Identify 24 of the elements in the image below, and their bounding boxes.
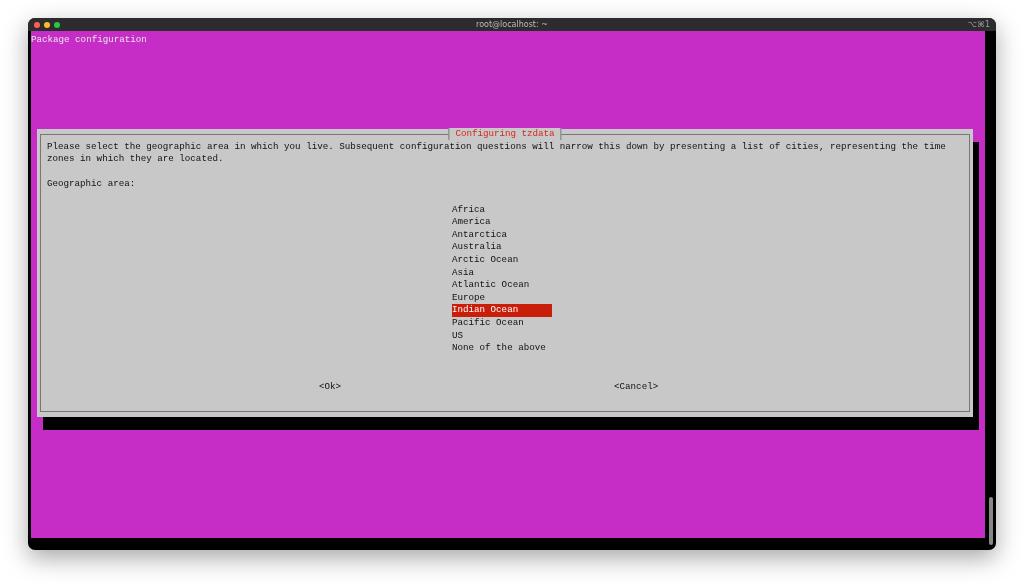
list-option[interactable]: Indian Ocean [452,304,552,317]
list-option[interactable]: Australia [452,241,552,254]
prompt-label: Geographic area: [47,178,136,191]
window-title: root@localhost: ~ [476,19,548,30]
description-text: Please select the geographic area in which you live. Subsequent configuration questions will narrow this down by presenting a list of cities, representing the time zones in which they are located. [47,140,947,166]
list-option[interactable]: Asia [452,266,552,280]
list-option[interactable]: Europe [452,291,552,305]
list-option[interactable]: America [452,216,552,229]
dialog-title: Configuring tzdata [448,127,562,141]
zoom-icon[interactable] [54,21,60,28]
minimize-icon[interactable] [44,21,50,28]
list-option[interactable]: None of the above [452,342,552,355]
scrollbar-thumb[interactable] [988,497,993,545]
close-icon[interactable] [34,21,40,28]
list-option[interactable]: Atlantic Ocean [452,279,552,292]
dialog-button[interactable]: <Ok> [319,380,342,394]
list-option[interactable]: Pacific Ocean [452,316,552,330]
screen-header: Package configuration [31,33,147,47]
dialog-button[interactable]: <Cancel> [614,380,659,394]
list-option[interactable]: US [452,329,552,343]
list-option[interactable]: Arctic Ocean [452,253,552,267]
list-option[interactable]: Antarctica [452,228,552,242]
shortcut-label: ⌥⌘1 [967,19,990,30]
list-option[interactable]: Africa [452,203,552,217]
